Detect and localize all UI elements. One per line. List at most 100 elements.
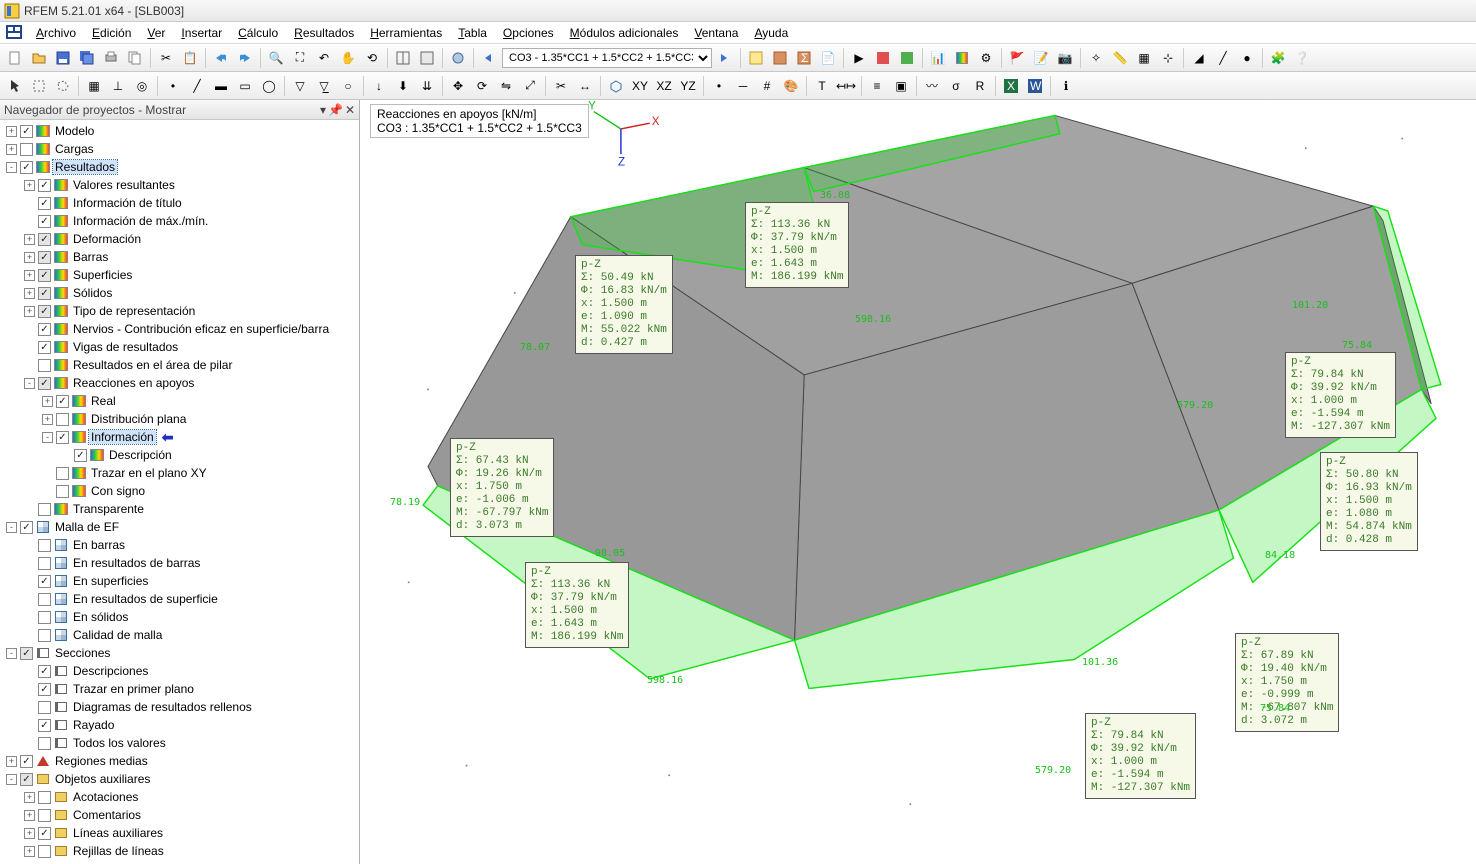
tree-twisty[interactable]: + (6, 126, 17, 137)
tree-twisty[interactable]: - (6, 648, 17, 659)
results-toggle-button[interactable] (745, 47, 767, 69)
select-poly-button[interactable] (52, 75, 74, 97)
copy-button[interactable] (124, 47, 146, 69)
tree-node[interactable]: Diagramas de resultados rellenos (0, 698, 359, 716)
tree-checkbox[interactable] (38, 791, 51, 804)
display-colors-button[interactable]: 🎨 (780, 75, 802, 97)
tree-twisty[interactable]: + (24, 306, 35, 317)
tree-node[interactable]: Información de título (0, 194, 359, 212)
tree-twisty[interactable]: + (42, 414, 53, 425)
loadcase-prev-button[interactable] (478, 47, 500, 69)
rotate-button[interactable]: ⟲ (361, 47, 383, 69)
tree-twisty[interactable]: + (24, 846, 35, 857)
block-button[interactable]: ▣ (890, 75, 912, 97)
zoom-extents-button[interactable]: ⛶ (289, 47, 311, 69)
tree-node[interactable]: +Sólidos (0, 284, 359, 302)
snap-button[interactable]: ✧ (1085, 47, 1107, 69)
tree-twisty[interactable]: - (24, 378, 35, 389)
menu-edición[interactable]: Edición (84, 24, 139, 42)
text-button[interactable]: T (811, 75, 833, 97)
tree-checkbox[interactable] (20, 773, 33, 786)
tree-twisty[interactable]: + (24, 288, 35, 299)
menu-herramientas[interactable]: Herramientas (362, 24, 450, 42)
excel-button[interactable]: X (1000, 75, 1022, 97)
tree-checkbox[interactable] (20, 125, 33, 138)
tree-node[interactable]: Calidad de malla (0, 626, 359, 644)
tree-checkbox[interactable] (38, 251, 51, 264)
flag-button[interactable]: 🚩 (1006, 47, 1028, 69)
menu-ventana[interactable]: Ventana (686, 24, 746, 42)
tree-node[interactable]: +Regiones medias (0, 752, 359, 770)
view-xy-button[interactable]: XY (629, 75, 651, 97)
tree-node[interactable]: +Comentarios (0, 806, 359, 824)
divide-button[interactable]: ✂ (550, 75, 572, 97)
tree-node[interactable]: En superficies (0, 572, 359, 590)
tree-node[interactable]: Resultados en el área de pilar (0, 356, 359, 374)
node-button[interactable]: ● (1236, 47, 1258, 69)
pointer-button[interactable] (4, 75, 26, 97)
tree-checkbox[interactable] (38, 233, 51, 246)
tree-twisty[interactable]: + (24, 270, 35, 281)
view-xz-button[interactable]: XZ (653, 75, 675, 97)
reaction-button[interactable]: R (969, 75, 991, 97)
tree-twisty[interactable]: - (42, 432, 53, 443)
tree-node[interactable]: Rayado (0, 716, 359, 734)
tree-checkbox[interactable] (38, 557, 51, 570)
tree-checkbox[interactable] (20, 647, 33, 660)
tree-checkbox[interactable] (38, 179, 51, 192)
tree-checkbox[interactable] (38, 539, 51, 552)
calc-button[interactable] (769, 47, 791, 69)
tree-twisty[interactable]: - (6, 774, 17, 785)
tb-btn-a[interactable] (872, 47, 894, 69)
tree-node[interactable]: En resultados de superficie (0, 590, 359, 608)
tree-checkbox[interactable] (38, 503, 51, 516)
member-button[interactable]: ╱ (1212, 47, 1234, 69)
print-button[interactable] (100, 47, 122, 69)
menu-ayuda[interactable]: Ayuda (746, 24, 796, 42)
tree-checkbox[interactable] (38, 287, 51, 300)
tree-checkbox[interactable] (56, 485, 69, 498)
panel-close-icon[interactable]: ✕ (345, 103, 355, 117)
tree-twisty[interactable]: - (6, 162, 17, 173)
tree-node[interactable]: +Rejillas de líneas (0, 842, 359, 860)
new-member-button[interactable]: ▬ (210, 75, 232, 97)
tree-node[interactable]: +Real (0, 392, 359, 410)
tree-node[interactable]: Transparente (0, 500, 359, 518)
tree-twisty[interactable]: + (6, 756, 17, 767)
camera-button[interactable]: 📷 (1054, 47, 1076, 69)
loadcase-next-button[interactable] (714, 47, 736, 69)
tree-twisty[interactable]: + (24, 828, 35, 839)
tree-checkbox[interactable] (38, 719, 51, 732)
save-all-button[interactable] (76, 47, 98, 69)
layers-button[interactable]: ≡ (866, 75, 888, 97)
load-surface-button[interactable]: ⇊ (416, 75, 438, 97)
tree-checkbox[interactable] (38, 269, 51, 282)
measure-button[interactable]: 📏 (1109, 47, 1131, 69)
tree-checkbox[interactable] (38, 737, 51, 750)
tree-checkbox[interactable] (38, 827, 51, 840)
tree-node[interactable]: +Barras (0, 248, 359, 266)
tree-node[interactable]: +Superficies (0, 266, 359, 284)
tree-checkbox[interactable] (38, 845, 51, 858)
load-node-button[interactable]: ↓ (368, 75, 390, 97)
view-yz-button[interactable]: YZ (677, 75, 699, 97)
cut-button[interactable]: ✂ (155, 47, 177, 69)
save-button[interactable] (52, 47, 74, 69)
new-node-button[interactable]: • (162, 75, 184, 97)
view-iso-button[interactable] (605, 75, 627, 97)
tree-checkbox[interactable] (20, 755, 33, 768)
grid-snap-button[interactable]: ▦ (83, 75, 105, 97)
menu-ver[interactable]: Ver (139, 24, 173, 42)
display-nodes-button[interactable]: • (708, 75, 730, 97)
modules-button[interactable]: 🧩 (1267, 47, 1289, 69)
tree-twisty[interactable]: + (24, 810, 35, 821)
info-button[interactable]: ℹ (1055, 75, 1077, 97)
mirror-button[interactable]: ⇋ (495, 75, 517, 97)
tree-twisty[interactable]: + (24, 180, 35, 191)
tree-node[interactable]: Vigas de resultados (0, 338, 359, 356)
tree-node[interactable]: +Acotaciones (0, 788, 359, 806)
dimension-button[interactable]: ↤↦ (835, 75, 857, 97)
tree-twisty[interactable]: - (6, 522, 17, 533)
tree-checkbox[interactable] (74, 449, 87, 462)
tree-node[interactable]: -Malla de EF (0, 518, 359, 536)
